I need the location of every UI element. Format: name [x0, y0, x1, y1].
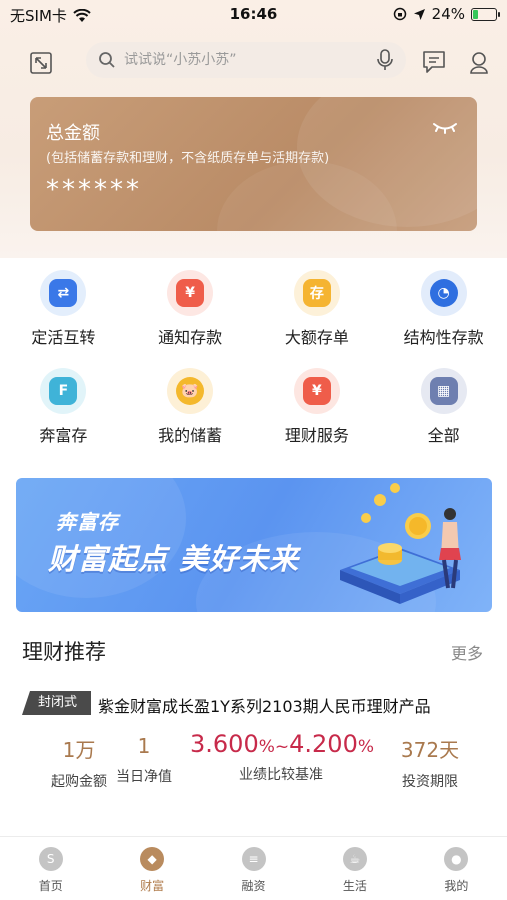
bottom-tab-bar: S 首页 ◆ 财富 ≡ 融资 ☕ 生活 ● 我的: [0, 836, 507, 900]
exchange-icon: ⇄: [40, 270, 87, 316]
tab-wealth[interactable]: ◆ 财富: [101, 837, 202, 900]
nav-value: 1: [137, 734, 151, 758]
banner-brand: 奔富存: [56, 510, 119, 534]
piggy-bank-icon-glyph: 🐷: [176, 377, 205, 405]
balance-amount: ******: [46, 175, 142, 205]
nav-stat: 1 当日净值: [112, 734, 176, 786]
loan-icon: ≡: [241, 847, 266, 871]
finance-service-icon-glyph: ¥: [302, 377, 331, 405]
pie-chart-icon-glyph: ◔: [429, 279, 458, 307]
service-label: 定活互转: [31, 328, 96, 347]
nav-label: 当日净值: [116, 769, 172, 785]
term-stat: 372天 投资期限: [390, 734, 470, 791]
status-bar: 无SIM卡 16:46 24%: [0, 0, 507, 30]
battery-percent: 24%: [431, 5, 465, 23]
service-item[interactable]: ▦ 全部: [380, 368, 507, 454]
service-label: 大额存单: [284, 328, 349, 347]
pie-chart-icon: ◔: [420, 270, 467, 316]
service-item[interactable]: ¥ 理财服务: [254, 368, 381, 454]
certificate-icon-glyph: 存: [302, 279, 331, 307]
promo-banner[interactable]: 奔富存 财富起点 美好未来: [16, 478, 492, 612]
service-grid: ⇄ 定活互转 ¥ 通知存款 存大额存单 ◔ 结构性存款 F 奔富存 🐷 我的储蓄 ¥ 理财服务 ▦ 全部: [0, 270, 507, 454]
tab-life[interactable]: ☕ 生活: [304, 837, 405, 900]
all-apps-icon-glyph: ▦: [429, 377, 458, 405]
balance-title: 总金额: [46, 123, 100, 144]
tab-label: 融资: [241, 879, 266, 893]
service-item[interactable]: ◔ 结构性存款: [380, 270, 507, 356]
product-type-badge: 封闭式: [22, 691, 92, 715]
rate-label: 业绩比较基准: [239, 767, 323, 783]
service-label: 我的储蓄: [158, 426, 223, 445]
certificate-icon: 存: [293, 270, 340, 316]
notice-deposit-icon: ¥: [167, 270, 214, 316]
search-icon: [99, 52, 115, 68]
tab-label: 我的: [444, 879, 469, 893]
tab-loan[interactable]: ≡ 融资: [203, 837, 304, 900]
rate-range: 3.600%~4.200%: [190, 730, 374, 758]
service-label: 结构性存款: [403, 328, 484, 347]
rate-low: 3.600: [190, 730, 259, 758]
life-icon: ☕: [342, 847, 367, 871]
home-icon: S: [38, 847, 63, 871]
profile-icon: ●: [444, 847, 469, 871]
microphone-icon[interactable]: [376, 49, 394, 71]
tab-label: 财富: [140, 879, 165, 893]
message-icon[interactable]: [420, 48, 448, 76]
min-amount-stat: 1万 起购金额: [42, 734, 116, 791]
notice-deposit-icon-glyph: ¥: [176, 279, 205, 307]
wealth-icon: ◆: [140, 847, 165, 871]
balance-subtitle: (包括储蓄存款和理财，不含纸质存单与活期存款): [46, 151, 330, 166]
rate-stat: 3.600%~4.200% 业绩比较基准: [190, 730, 374, 784]
rotation-lock-icon: [393, 7, 406, 21]
exchange-icon-glyph: ⇄: [49, 279, 78, 307]
service-item[interactable]: ⇄ 定活互转: [0, 270, 127, 356]
service-label: 奔富存: [39, 426, 88, 445]
battery-icon: [471, 7, 500, 21]
product-name[interactable]: 紫金财富成长盈1Y系列2103期人民币理财产品: [98, 693, 431, 717]
more-link[interactable]: 更多: [451, 640, 483, 664]
min-amount-label: 起购金额: [51, 774, 107, 790]
recommend-title: 理财推荐: [22, 640, 106, 664]
term-value: 372天: [400, 738, 460, 762]
service-label: 理财服务: [284, 426, 349, 445]
customer-service-icon[interactable]: [465, 48, 493, 76]
finance-service-icon: ¥: [293, 368, 340, 414]
tab-label: 首页: [38, 879, 63, 893]
benfu-icon: F: [40, 368, 87, 414]
piggy-bank-icon: 🐷: [167, 368, 214, 414]
rate-high: 4.200: [289, 730, 358, 758]
battery-fill: [473, 9, 479, 19]
tab-profile[interactable]: ● 我的: [406, 837, 507, 900]
balance-card[interactable]: 总金额 (包括储蓄存款和理财，不含纸质存单与活期存款) ******: [30, 97, 477, 231]
banner-slogan: 财富起点 美好未来: [48, 542, 300, 576]
service-label: 全部: [427, 426, 460, 445]
service-label: 通知存款: [158, 328, 223, 347]
tab-label: 生活: [342, 879, 367, 893]
expand-icon[interactable]: [28, 50, 54, 76]
term-label: 投资期限: [402, 774, 458, 790]
banner-illustration: [340, 483, 461, 604]
search-input[interactable]: [124, 52, 376, 68]
min-amount-value: 1万: [62, 738, 96, 762]
benfu-icon-glyph: F: [49, 377, 78, 405]
status-right: 24%: [393, 5, 500, 23]
service-item[interactable]: ¥ 通知存款: [127, 270, 254, 356]
tab-home[interactable]: S 首页: [0, 837, 101, 900]
service-item[interactable]: 存大额存单: [254, 270, 381, 356]
service-item[interactable]: F 奔富存: [0, 368, 127, 454]
location-icon: [413, 8, 425, 20]
all-apps-icon: ▦: [420, 368, 467, 414]
service-item[interactable]: 🐷 我的储蓄: [127, 368, 254, 454]
hide-amount-eye-icon[interactable]: [431, 119, 459, 137]
search-bar[interactable]: [86, 42, 406, 78]
